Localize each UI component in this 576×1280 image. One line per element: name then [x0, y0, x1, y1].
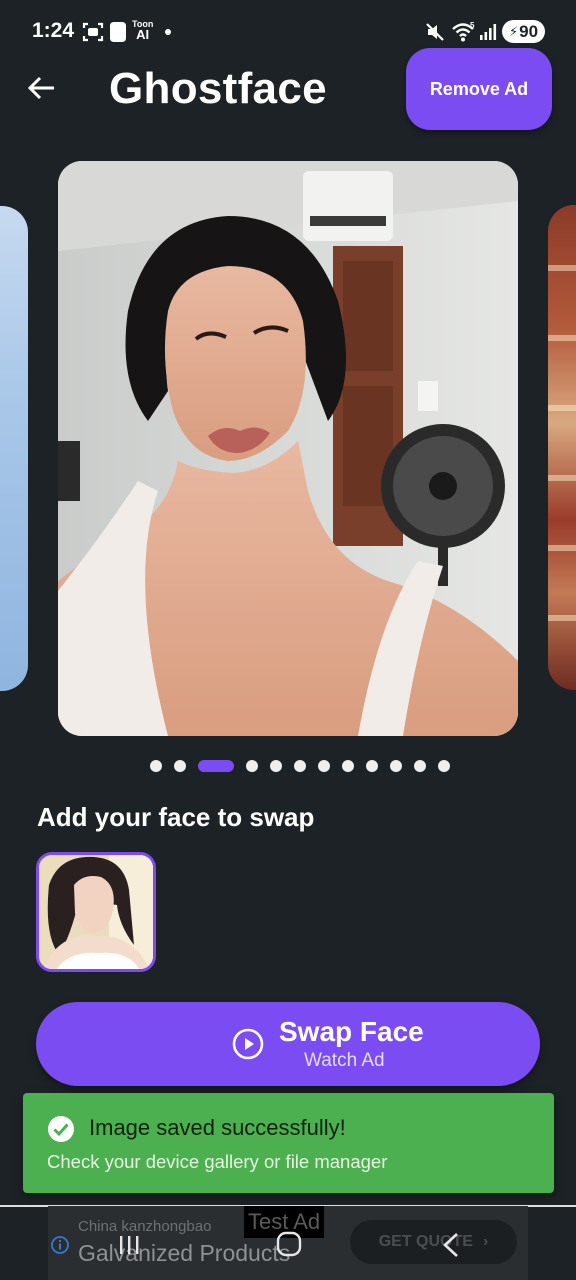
pagination-dot[interactable]: [342, 760, 354, 772]
pagination-dot[interactable]: [390, 760, 402, 772]
check-circle-icon: [48, 1116, 74, 1142]
wifi-icon: 5: [452, 21, 475, 42]
pagination-dot[interactable]: [318, 760, 330, 772]
circle-app-icon: [110, 22, 126, 42]
pagination-dot[interactable]: [438, 760, 450, 772]
chevron-right-icon: ›: [482, 1233, 489, 1250]
ad-headline[interactable]: Galvanized Products: [78, 1240, 290, 1267]
ad-cta-button[interactable]: GET QUOTE ›: [350, 1220, 517, 1264]
home-icon[interactable]: [276, 1231, 302, 1257]
watch-ad-label: Watch Ad: [304, 1050, 385, 1071]
back-icon[interactable]: [441, 1232, 461, 1258]
pagination-dot[interactable]: [150, 760, 162, 772]
face-photo: [39, 855, 153, 969]
screen: 1:24 Toon AI 5 ⚡ 90 Ghostface Remove Ad …: [0, 0, 576, 1280]
pagination-dot[interactable]: [246, 760, 258, 772]
ai-label: AI: [136, 27, 150, 42]
carousel-pagination: [150, 760, 450, 772]
swap-face-button[interactable]: Swap Face Watch Ad: [36, 1002, 540, 1086]
svg-text:5: 5: [470, 21, 475, 30]
mute-icon: [426, 23, 444, 41]
arrow-left-icon[interactable]: [26, 72, 58, 104]
battery-charging-icon: ⚡: [508, 23, 519, 39]
page-title: Ghostface: [109, 64, 327, 113]
pagination-dot-active[interactable]: [198, 760, 234, 772]
ad-info-icon[interactable]: [51, 1236, 69, 1254]
selected-face-thumbnail[interactable]: [36, 852, 156, 972]
carousel-prev-card[interactable]: [0, 206, 28, 691]
pagination-dot[interactable]: [414, 760, 426, 772]
recent-apps-icon[interactable]: [117, 1233, 141, 1257]
pagination-dot[interactable]: [366, 760, 378, 772]
face-section-heading: Add your face to swap: [37, 802, 315, 832]
signal-icon: [480, 24, 497, 40]
template-image-card[interactable]: [58, 161, 518, 736]
play-circle-icon: [232, 1028, 264, 1060]
swap-face-label: Swap Face: [279, 1016, 424, 1047]
toon-ai-icon: Toon AI: [132, 20, 153, 42]
notification-dot: [165, 29, 171, 35]
pagination-dot[interactable]: [174, 760, 186, 772]
success-toast: Image saved successfully! Check your dev…: [23, 1093, 554, 1193]
screenshot-icon: [82, 22, 104, 42]
pagination-dot[interactable]: [294, 760, 306, 772]
toast-title: Image saved successfully!: [89, 1115, 346, 1140]
status-time: 1:24: [32, 19, 75, 42]
carousel-next-card[interactable]: [548, 205, 576, 690]
pagination-dot[interactable]: [270, 760, 282, 772]
remove-ad-button[interactable]: Remove Ad: [406, 48, 552, 130]
battery-indicator: ⚡ 90: [502, 20, 545, 43]
template-portrait-image: [58, 161, 518, 736]
toast-message: Check your device gallery or file manage…: [47, 1151, 388, 1172]
ad-advertiser: China kanzhongbao: [78, 1218, 212, 1235]
battery-level: 90: [519, 21, 539, 41]
